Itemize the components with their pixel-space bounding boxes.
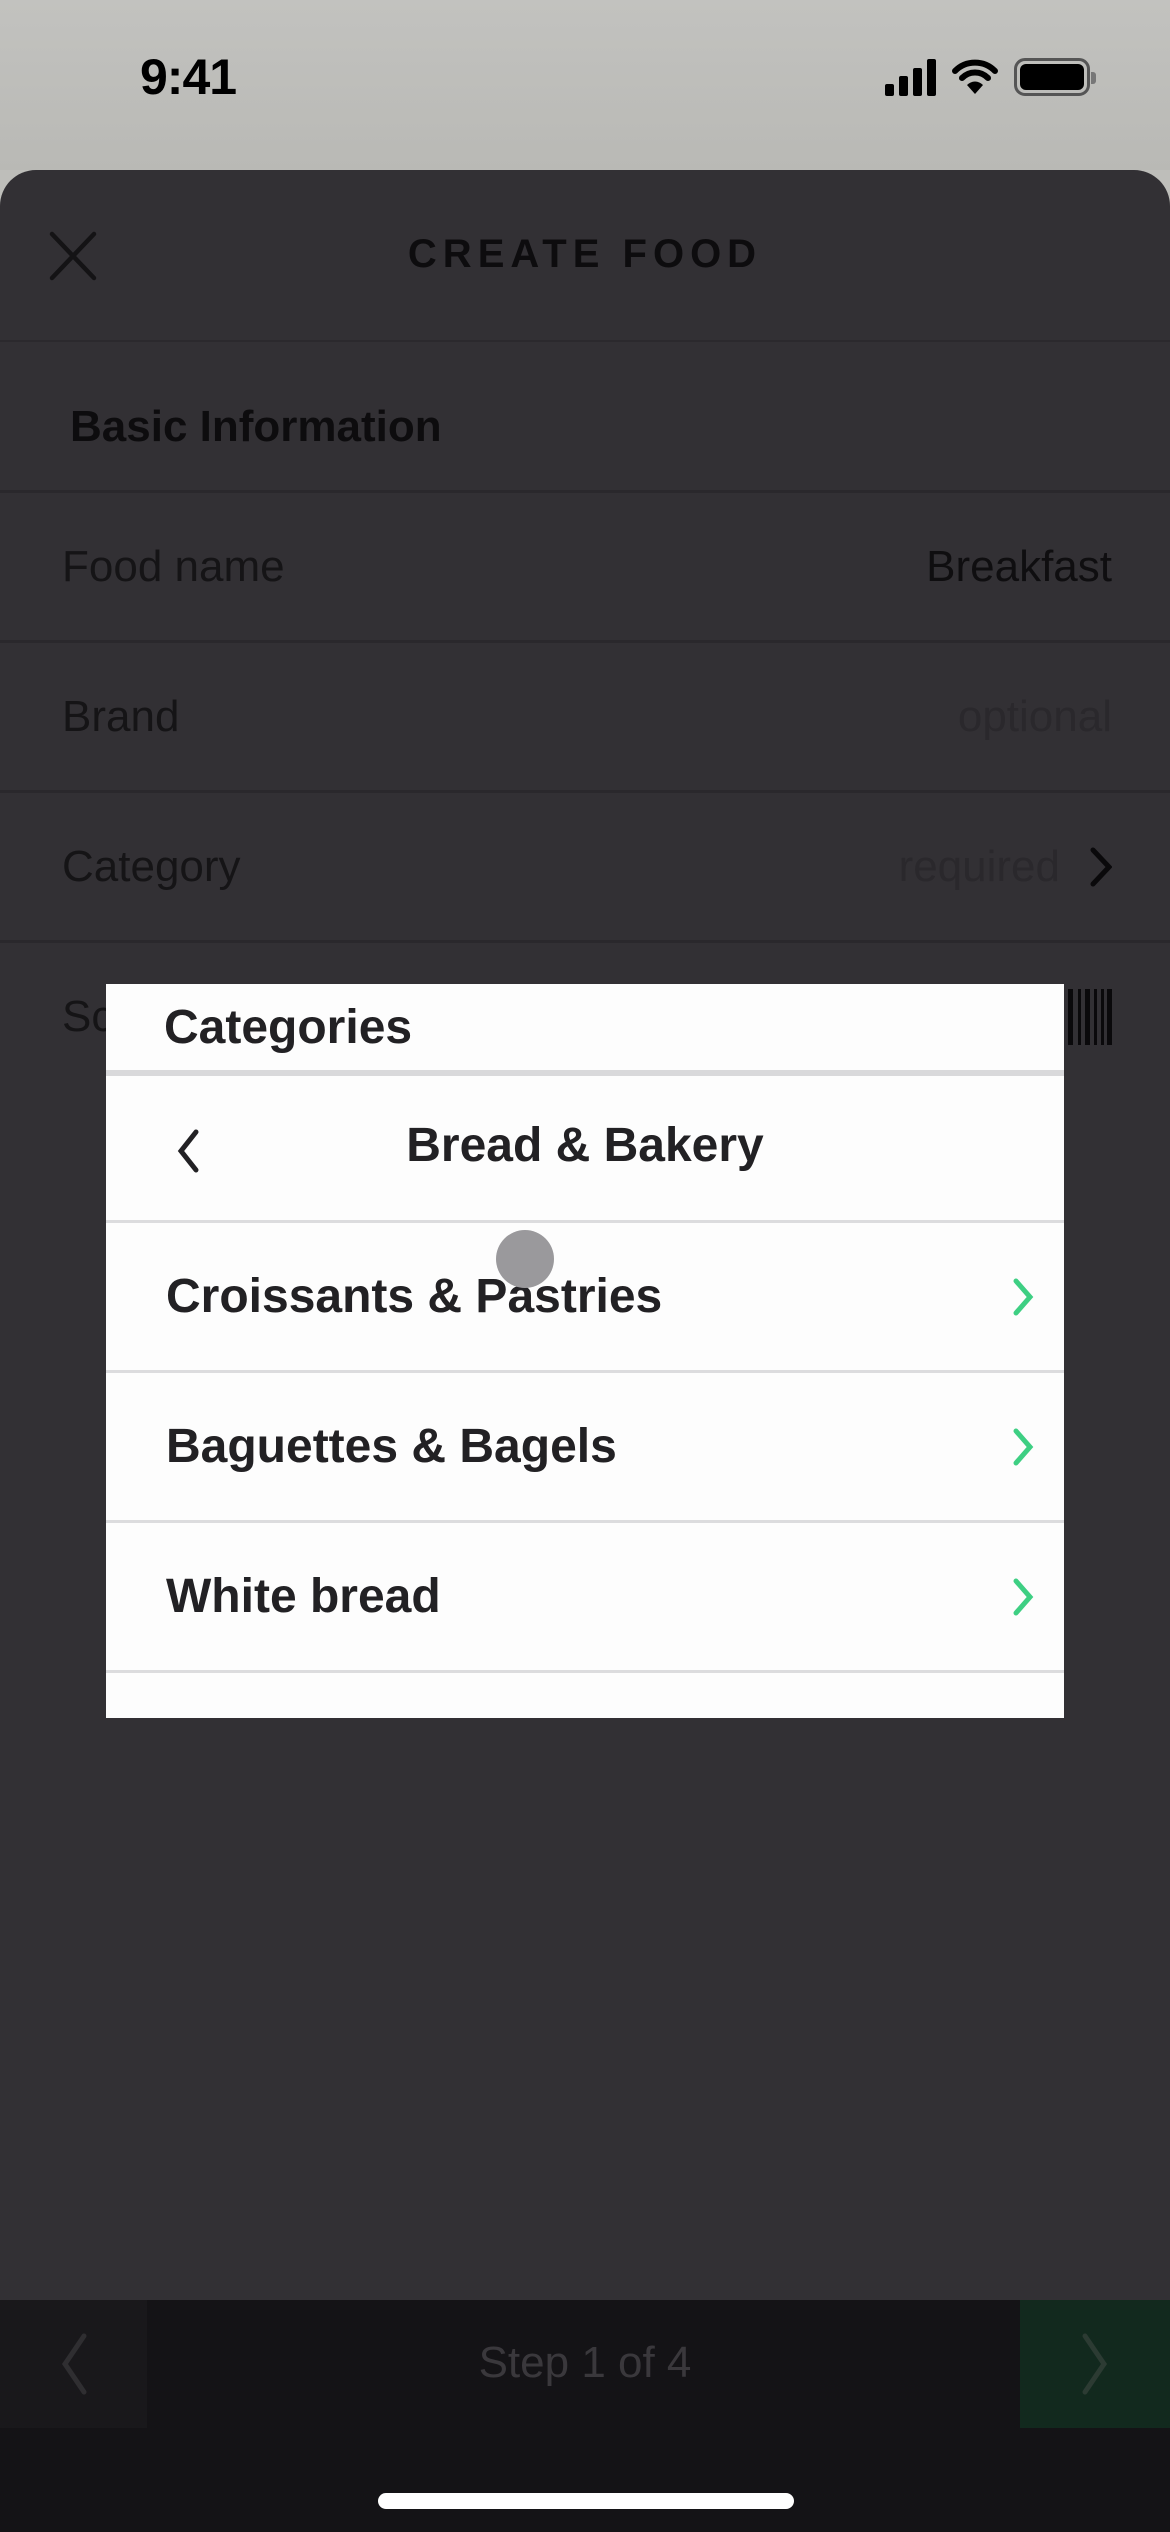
chevron-right-icon (1013, 1578, 1034, 1615)
current-category-title: Bread & Bakery (406, 1119, 764, 1172)
category-item-white-bread[interactable]: White bread (106, 1523, 1064, 1673)
brand-field[interactable]: Brand optional (0, 640, 1170, 790)
wifi-icon (952, 59, 998, 94)
category-label: Baguettes & Bagels (166, 1420, 617, 1473)
battery-icon (1014, 58, 1096, 96)
food-name-field[interactable]: Food name Breakfast (0, 490, 1170, 640)
chevron-right-icon (1013, 1428, 1034, 1465)
barcode-icon (1068, 988, 1112, 1045)
touch-indicator (496, 1230, 554, 1288)
next-step-button[interactable] (1020, 2300, 1170, 2428)
status-bar: 9:41 (0, 0, 1170, 170)
sheet-header: CREATE FOOD (0, 170, 1170, 342)
chevron-right-icon (1013, 1278, 1034, 1315)
category-item-croissants-pastries[interactable]: Croissants & Pastries (106, 1223, 1064, 1373)
category-label: White bread (166, 1570, 441, 1623)
categories-modal: Categories Bread & Bakery Croissants & P… (106, 984, 1064, 1718)
modal-title: Categories (164, 1001, 413, 1054)
field-value: Breakfast (926, 541, 1112, 591)
status-time: 9:41 (140, 49, 237, 105)
step-indicator: Step 1 of 4 (478, 2338, 692, 2387)
category-list: Croissants & Pastries Baguettes & Bagels… (106, 1223, 1064, 1673)
category-label: Croissants & Pastries (166, 1270, 663, 1323)
category-field[interactable]: Category required (0, 790, 1170, 940)
field-label: Category (62, 841, 241, 891)
field-placeholder: required (898, 841, 1060, 891)
field-label: Food name (62, 541, 285, 591)
category-item-baguettes-bagels[interactable]: Baguettes & Bagels (106, 1373, 1064, 1523)
status-icons (885, 58, 1096, 96)
page-title: CREATE FOOD (407, 232, 763, 276)
step-navigation-bar: Step 1 of 4 (0, 2300, 1170, 2532)
category-breadcrumb: Bread & Bakery (106, 1076, 1064, 1223)
field-label: Brand (62, 691, 180, 741)
section-title: Basic Information (70, 402, 442, 451)
chevron-right-icon (1082, 2333, 1108, 2395)
chevron-right-icon (1090, 847, 1112, 886)
cellular-signal-icon (885, 58, 936, 96)
field-placeholder: optional (957, 691, 1112, 741)
home-indicator[interactable] (378, 2493, 794, 2509)
